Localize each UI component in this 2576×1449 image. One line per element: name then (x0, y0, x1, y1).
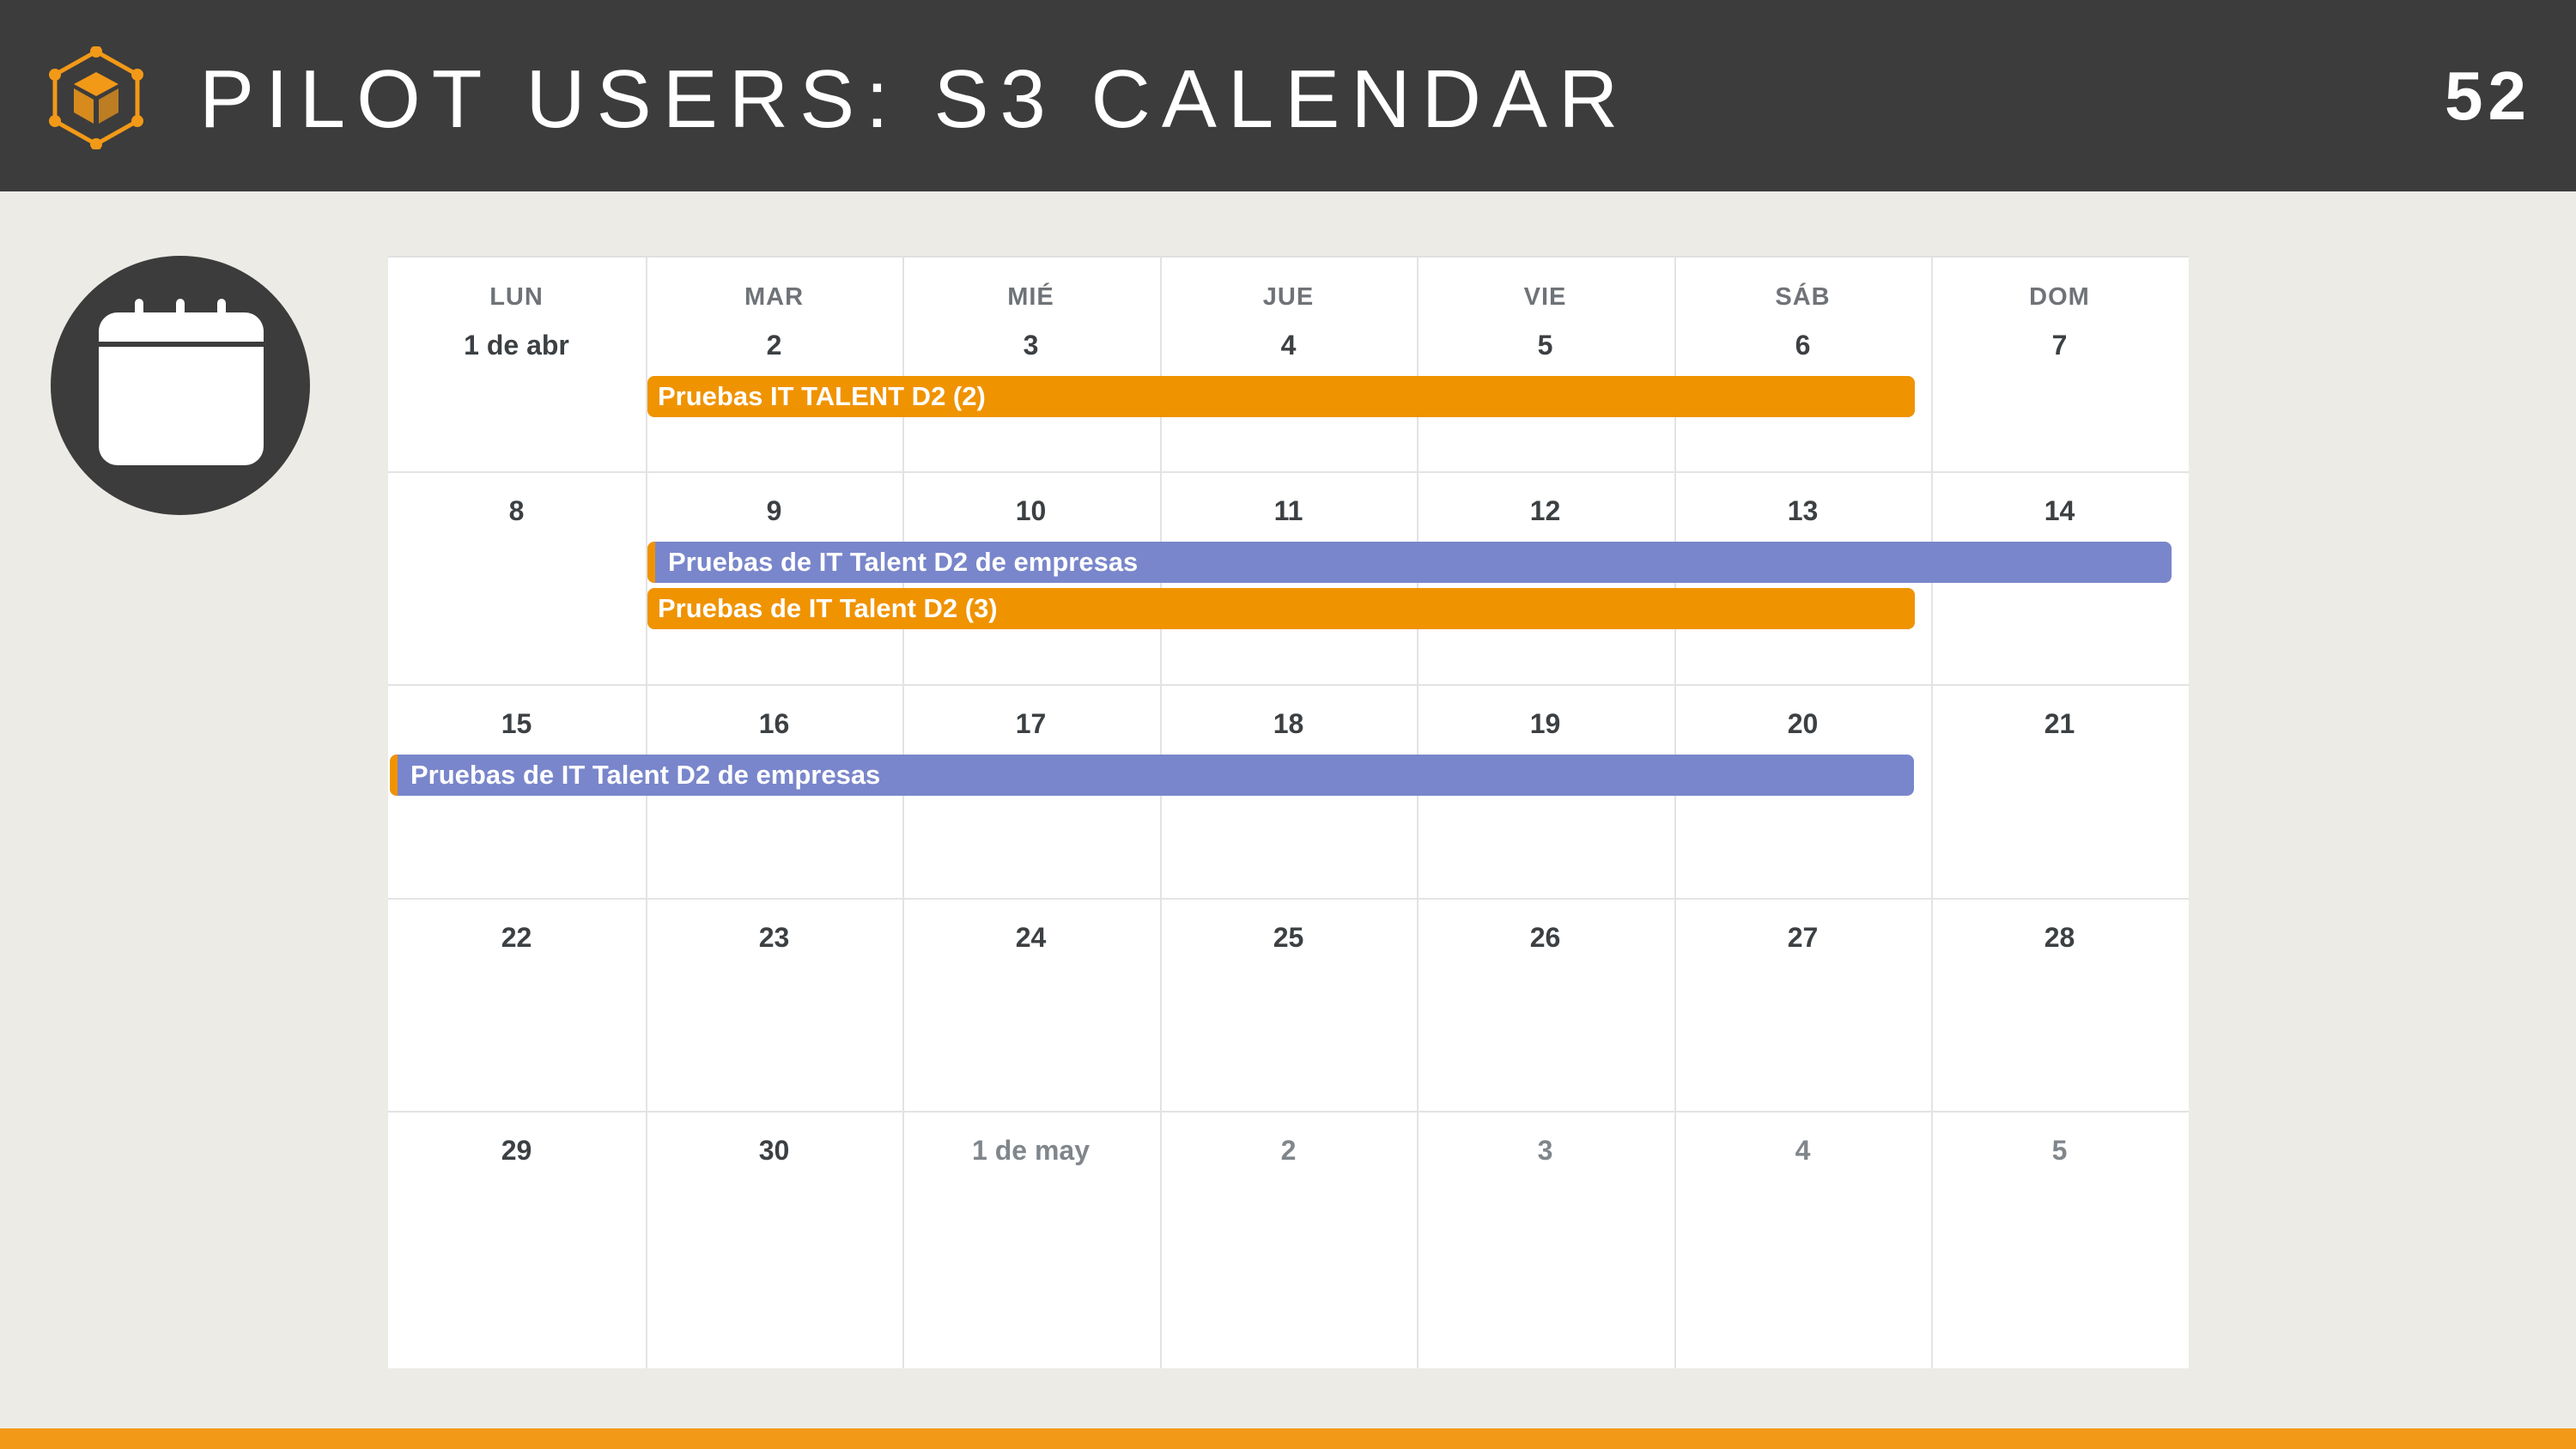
row-divider (388, 471, 2189, 473)
day-number[interactable]: 2 (1160, 1135, 1417, 1167)
day-number[interactable]: 30 (646, 1135, 902, 1167)
day-number[interactable]: 26 (1417, 922, 1674, 954)
day-number[interactable]: 25 (1160, 922, 1417, 954)
day-number[interactable]: 24 (902, 922, 1159, 954)
day-number[interactable]: 28 (1931, 922, 2188, 954)
day-number[interactable]: 17 (902, 708, 1159, 740)
calendar-event[interactable]: Pruebas IT TALENT D2 (2) (647, 376, 1915, 417)
slide-number: 52 (2445, 58, 2531, 134)
weekday-header: SÁB (1775, 283, 1831, 311)
weekday-header: DOM (2029, 283, 2090, 311)
column-divider (1931, 258, 1933, 1368)
event-title: Pruebas de IT Talent D2 de empresas (410, 760, 881, 790)
day-number[interactable]: 20 (1674, 708, 1931, 740)
column-divider (1417, 258, 1419, 1368)
day-number[interactable]: 5 (1931, 1135, 2188, 1167)
day-number[interactable]: 7 (1931, 330, 2188, 361)
footer-accent-bar (0, 1428, 2576, 1449)
day-number[interactable]: 13 (1674, 495, 1931, 527)
calendar-event[interactable]: Pruebas de IT Talent D2 de empresas (647, 542, 2172, 583)
event-title: Pruebas de IT Talent D2 de empresas (668, 547, 1139, 577)
day-number[interactable]: 27 (1674, 922, 1931, 954)
day-number[interactable]: 8 (388, 495, 645, 527)
column-divider (902, 258, 904, 1368)
day-number[interactable]: 3 (902, 330, 1159, 361)
event-title: Pruebas IT TALENT D2 (2) (658, 381, 986, 411)
day-number[interactable]: 3 (1417, 1135, 1674, 1167)
day-number[interactable]: 22 (388, 922, 645, 954)
weekday-header: VIE (1523, 283, 1567, 311)
day-number[interactable]: 29 (388, 1135, 645, 1167)
day-number[interactable]: 1 de may (902, 1135, 1159, 1167)
day-number[interactable]: 19 (1417, 708, 1674, 740)
column-divider (646, 258, 647, 1368)
calendar-event[interactable]: Pruebas de IT Talent D2 (3) (647, 588, 1915, 629)
event-title: Pruebas de IT Talent D2 (3) (658, 593, 998, 623)
day-number[interactable]: 2 (646, 330, 902, 361)
weekday-header: MIÉ (1007, 283, 1054, 311)
event-accent-strip (390, 755, 398, 796)
day-number[interactable]: 9 (646, 495, 902, 527)
column-divider (1160, 258, 1162, 1368)
page-title: PILOT USERS: S3 CALENDAR (199, 53, 1630, 145)
day-number[interactable]: 16 (646, 708, 902, 740)
day-number[interactable]: 21 (1931, 708, 2188, 740)
day-number[interactable]: 10 (902, 495, 1159, 527)
day-number[interactable]: 5 (1417, 330, 1674, 361)
row-divider (388, 1111, 2189, 1113)
row-divider (388, 684, 2189, 686)
day-number[interactable]: 6 (1674, 330, 1931, 361)
row-divider (388, 898, 2189, 900)
cube-network-icon (49, 46, 143, 149)
month-calendar-grid: LUN MAR MIÉ JUE VIE SÁB DOM 1 de abr 2 3 4 5 6 7 8 9 10 1… (388, 256, 2189, 1368)
day-number[interactable]: 12 (1417, 495, 1674, 527)
day-number[interactable]: 4 (1674, 1135, 1931, 1167)
day-number[interactable]: 4 (1160, 330, 1417, 361)
calendar-icon (51, 256, 310, 515)
weekday-header: JUE (1262, 283, 1315, 311)
day-number[interactable]: 15 (388, 708, 645, 740)
day-number[interactable]: 11 (1160, 495, 1417, 527)
day-number[interactable]: 1 de abr (388, 330, 645, 361)
day-number[interactable]: 14 (1931, 495, 2188, 527)
column-divider (1674, 258, 1676, 1368)
day-number[interactable]: 18 (1160, 708, 1417, 740)
event-accent-strip (647, 542, 655, 583)
title-bar: PILOT USERS: S3 CALENDAR 52 (0, 0, 2576, 191)
calendar-event[interactable]: Pruebas de IT Talent D2 de empresas (390, 755, 1914, 796)
day-number[interactable]: 23 (646, 922, 902, 954)
weekday-header: MAR (744, 283, 805, 311)
weekday-header: LUN (489, 283, 544, 311)
